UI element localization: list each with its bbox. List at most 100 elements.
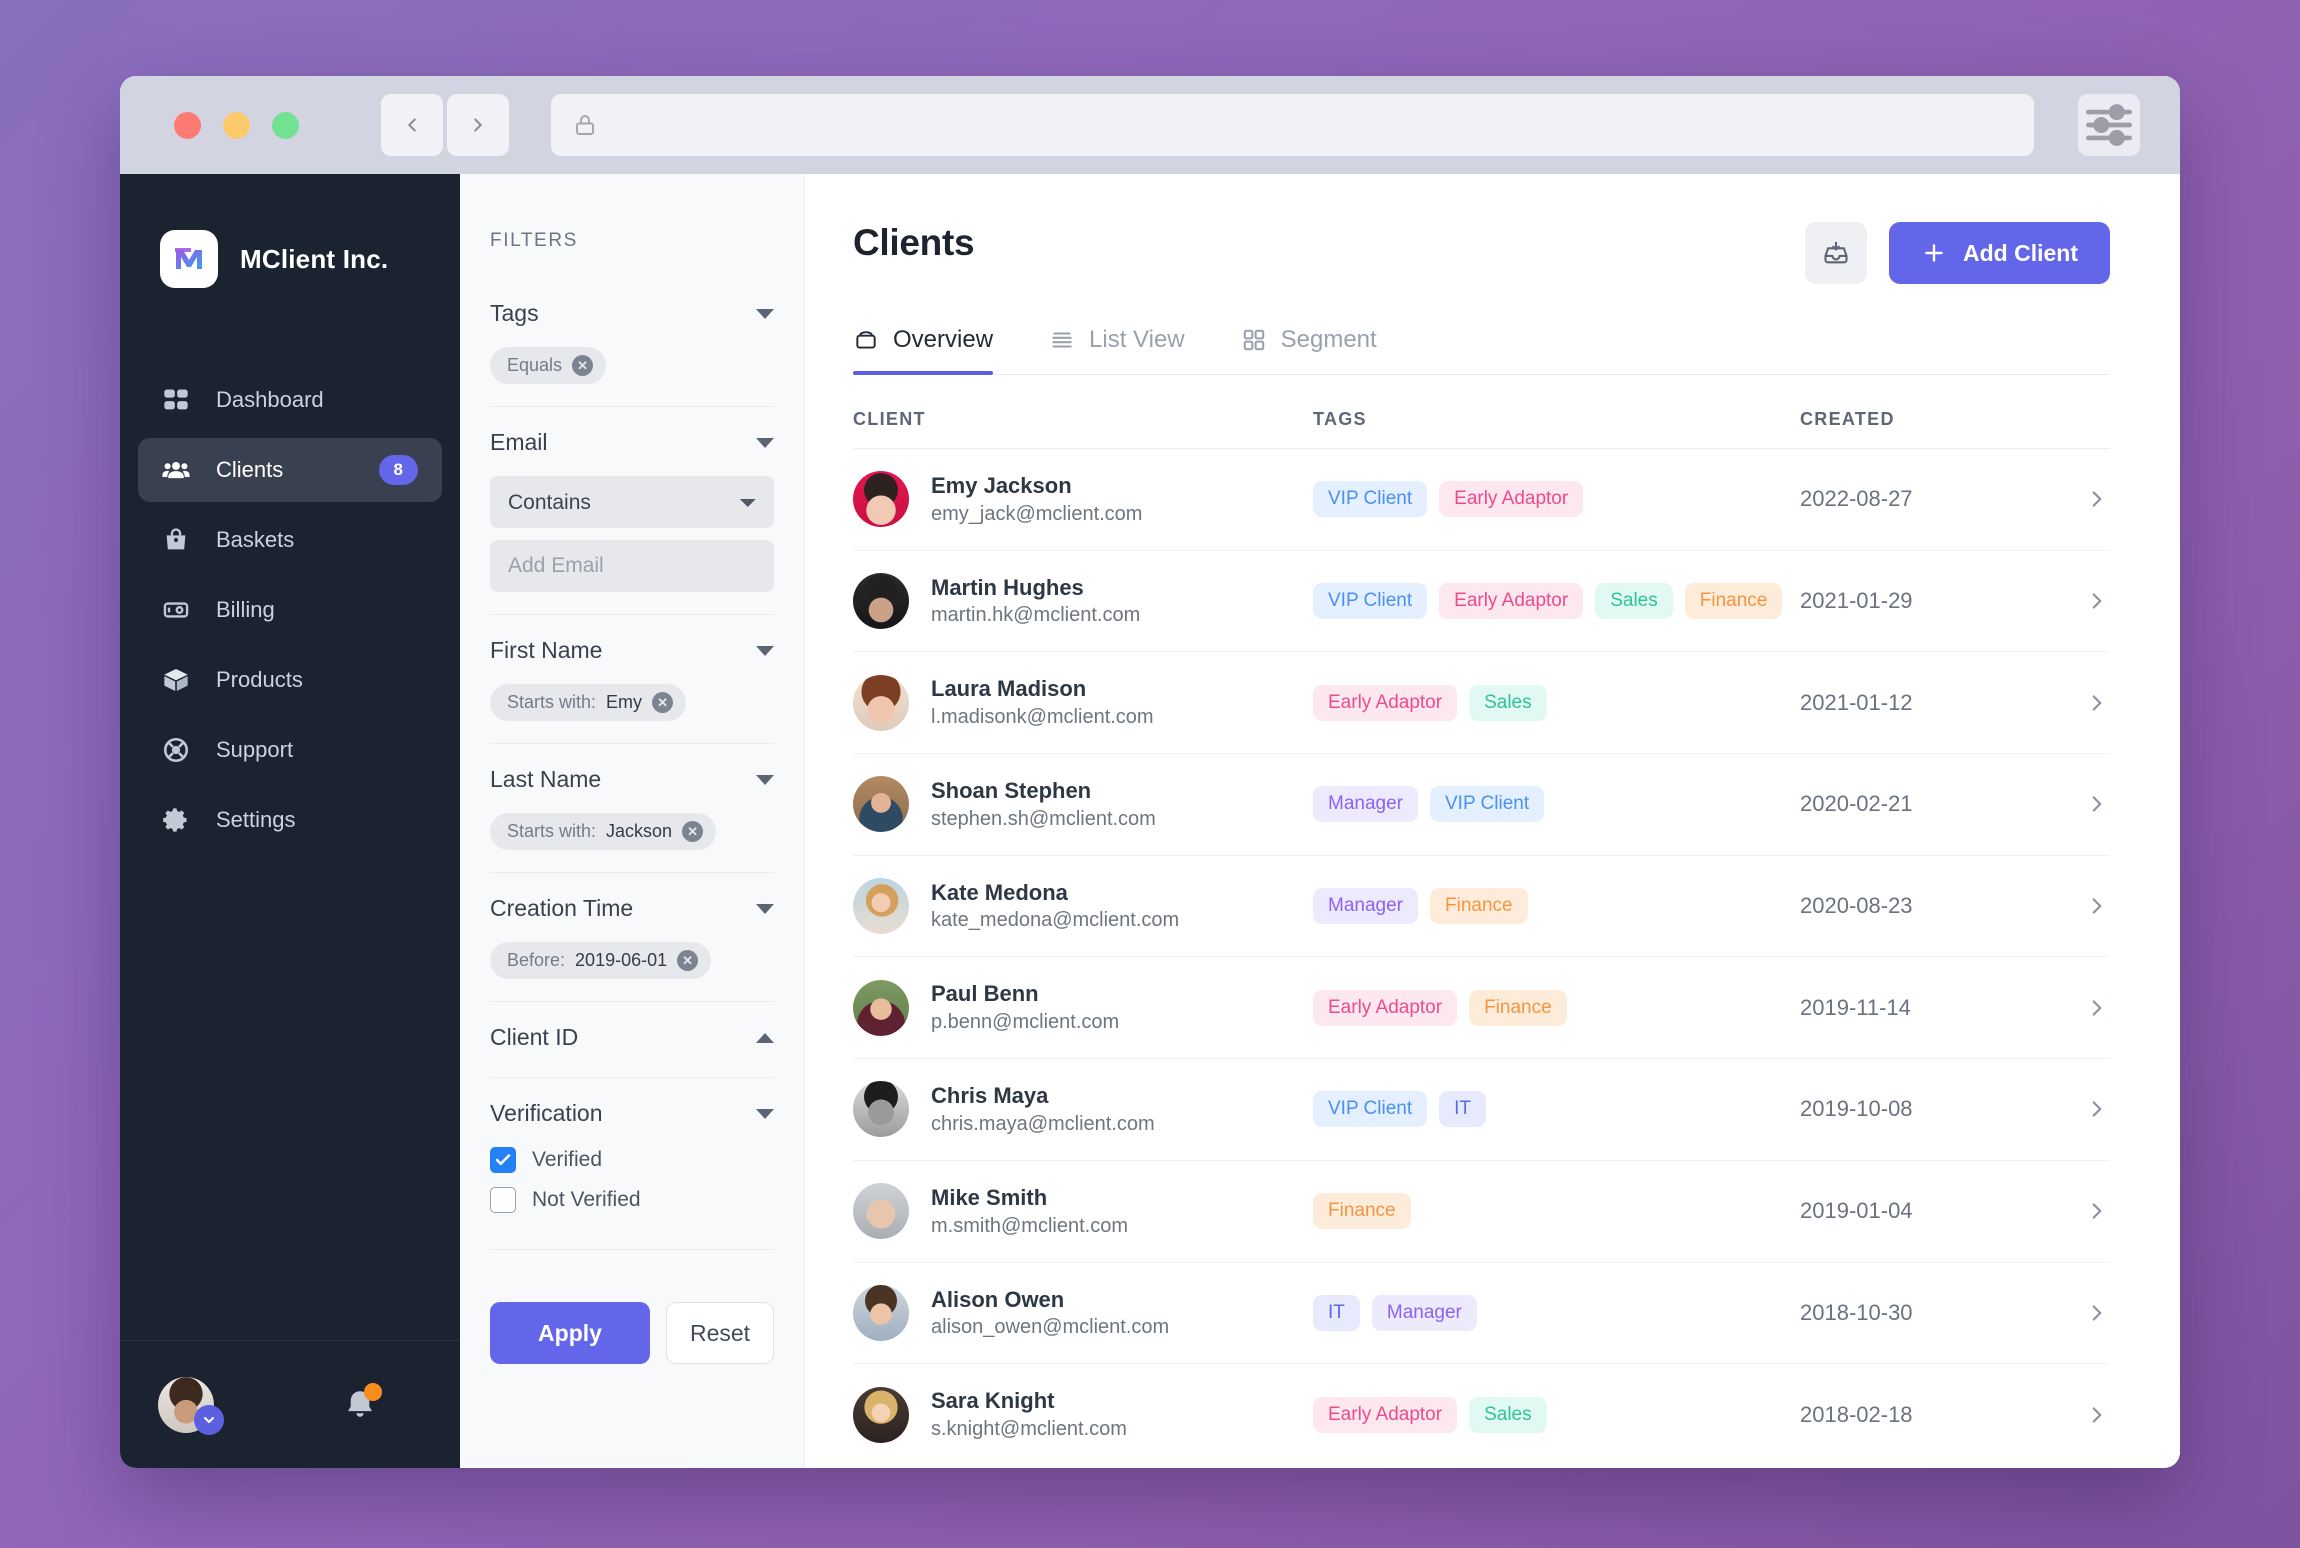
filter-group-last-name-header[interactable]: Last Name [490, 766, 774, 793]
row-detail-button[interactable] [2050, 791, 2110, 817]
address-bar[interactable] [551, 94, 2034, 156]
add-client-button[interactable]: Add Client [1889, 222, 2110, 284]
tab-list-view[interactable]: List View [1049, 326, 1185, 374]
row-detail-button[interactable] [2050, 1198, 2110, 1224]
money-icon [162, 596, 190, 624]
filter-chip-value: Emy [606, 692, 643, 712]
chevron-right-icon [2092, 898, 2102, 914]
table-row[interactable]: Paul Benn p.benn@mclient.com Early Adaptor… [853, 957, 2110, 1060]
tag-badge: Sales [1469, 684, 1547, 721]
sidebar-item-dashboard[interactable]: Dashboard [138, 368, 442, 432]
chevron-down-icon[interactable] [756, 1108, 774, 1119]
sidebar-item-label: Products [216, 667, 303, 692]
notifications-button[interactable] [342, 1382, 382, 1423]
main-header: Clients Add Client [853, 222, 2110, 284]
minimize-window-button[interactable] [223, 111, 250, 139]
chevron-right-icon [2092, 695, 2102, 711]
browser-settings-button[interactable] [2078, 94, 2140, 156]
email-operator-select[interactable]: Contains [490, 476, 774, 528]
cell-tags: Manager Finance [1313, 888, 1800, 925]
row-detail-button[interactable] [2050, 1402, 2110, 1428]
remove-chip-icon[interactable]: ✕ [652, 692, 674, 713]
users-icon [162, 456, 190, 484]
tab-label: Segment [1280, 326, 1377, 353]
row-detail-button[interactable] [2050, 1300, 2110, 1326]
import-button[interactable] [1805, 222, 1867, 284]
table-row[interactable]: Kate Medona kate_medona@mclient.com Manage… [853, 856, 2110, 958]
filter-chip-creation-time[interactable]: Before: 2019-06-01 ✕ [490, 942, 712, 979]
table-row[interactable]: Sara Knight s.knight@mclient.com Early Ada… [853, 1364, 2110, 1465]
avatar [853, 1386, 909, 1443]
checkbox-not-verified[interactable]: Not Verified [490, 1187, 774, 1213]
maximize-window-button[interactable] [272, 111, 299, 139]
table-row[interactable]: Chris Maya chris.maya@mclient.com VIP Clie… [853, 1059, 2110, 1161]
table-row[interactable]: Alison Owen alison_owen@mclient.com IT Mana… [853, 1263, 2110, 1365]
tag-badge: Early Adaptor [1313, 989, 1458, 1026]
remove-chip-icon[interactable]: ✕ [677, 950, 699, 971]
chevron-right-icon [2092, 1101, 2102, 1118]
table-row[interactable]: Shoan Stephen stephen.sh@mclient.com Manag… [853, 754, 2110, 856]
row-detail-button[interactable] [2050, 995, 2110, 1021]
chevron-down-icon[interactable] [756, 308, 774, 319]
sidebar-item-baskets[interactable]: Baskets [138, 508, 442, 572]
brand-name: MClient Inc. [240, 243, 389, 274]
remove-chip-icon[interactable]: ✕ [682, 821, 704, 842]
tab-overview[interactable]: Overview [853, 326, 994, 375]
chevron-down-icon[interactable] [756, 437, 774, 448]
forward-button[interactable] [447, 94, 509, 156]
back-button[interactable] [381, 94, 443, 156]
filter-chip-tags[interactable]: Equals ✕ [490, 347, 607, 384]
table-row[interactable]: Martin Hughes martin.hk@mclient.com VIP Cl… [853, 551, 2110, 653]
user-avatar-wrapper[interactable] [158, 1376, 224, 1435]
cell-tags: Early Adaptor Sales [1313, 1396, 1800, 1433]
checkbox-box[interactable] [490, 1187, 516, 1213]
filter-actions: Apply Reset [490, 1272, 774, 1364]
email-value-input[interactable] [490, 540, 774, 592]
sidebar-item-support[interactable]: Support [138, 718, 442, 782]
remove-chip-icon[interactable]: ✕ [572, 355, 594, 376]
tab-label: Overview [893, 326, 994, 353]
table-row[interactable]: Mike Smith m.smith@mclient.com Finance 2019… [853, 1161, 2110, 1263]
cell-tags: Early Adaptor Sales [1313, 684, 1800, 721]
filter-group-first-name-header[interactable]: First Name [490, 637, 774, 664]
client-email: l.madisonk@mclient.com [931, 706, 1154, 729]
bag-icon [162, 526, 190, 554]
avatar [853, 878, 909, 935]
sidebar-item-products[interactable]: Products [138, 648, 442, 712]
cell-client: Alison Owen alison_owen@mclient.com [853, 1284, 1313, 1342]
chevron-right-icon [2092, 796, 2102, 813]
table-row[interactable]: Emy Jackson emy_jack@mclient.com VIP Clien… [853, 449, 2110, 551]
checkbox-box[interactable] [490, 1147, 516, 1173]
chevron-down-icon[interactable] [756, 645, 774, 656]
sidebar-item-clients[interactable]: Clients 8 [138, 438, 442, 502]
reset-button[interactable]: Reset [666, 1302, 774, 1364]
apply-button[interactable]: Apply [490, 1302, 650, 1364]
filter-group-verification-header[interactable]: Verification [490, 1100, 774, 1127]
filter-group-label: Tags [490, 300, 539, 326]
sidebar-item-billing[interactable]: Billing [138, 578, 442, 642]
chevron-down-icon[interactable] [756, 774, 774, 785]
checkbox-verified[interactable]: Verified [490, 1147, 774, 1173]
tag-badge: Finance [1684, 583, 1783, 620]
close-window-button[interactable] [174, 111, 201, 139]
filter-group-client-id-header[interactable]: Client ID [490, 1024, 774, 1051]
filter-chip-last-name[interactable]: Starts with: Jackson ✕ [490, 813, 717, 850]
tab-segment[interactable]: Segment [1241, 326, 1377, 374]
table-row[interactable]: Laura Madison l.madisonk@mclient.com Early… [853, 652, 2110, 755]
row-detail-button[interactable] [2050, 486, 2110, 512]
client-info: Paul Benn p.benn@mclient.com [931, 979, 1119, 1036]
chevron-down-icon[interactable] [194, 1404, 224, 1435]
filter-group-tags-header[interactable]: Tags [490, 300, 774, 327]
row-detail-button[interactable] [2050, 893, 2110, 919]
row-detail-button[interactable] [2050, 588, 2110, 614]
filter-group-creation-time-header[interactable]: Creation Time [490, 895, 774, 922]
chevron-up-icon[interactable] [756, 1032, 774, 1043]
chevron-down-icon[interactable] [756, 903, 774, 914]
filter-chip-first-name[interactable]: Starts with: Emy ✕ [490, 684, 687, 721]
row-detail-button[interactable] [2050, 690, 2110, 716]
row-detail-button[interactable] [2050, 1096, 2110, 1122]
cell-created: 2021-01-12 [1800, 689, 1913, 715]
sidebar-item-settings[interactable]: Settings [138, 788, 442, 852]
client-email: stephen.sh@mclient.com [931, 807, 1156, 830]
filter-group-email-header[interactable]: Email [490, 429, 774, 456]
